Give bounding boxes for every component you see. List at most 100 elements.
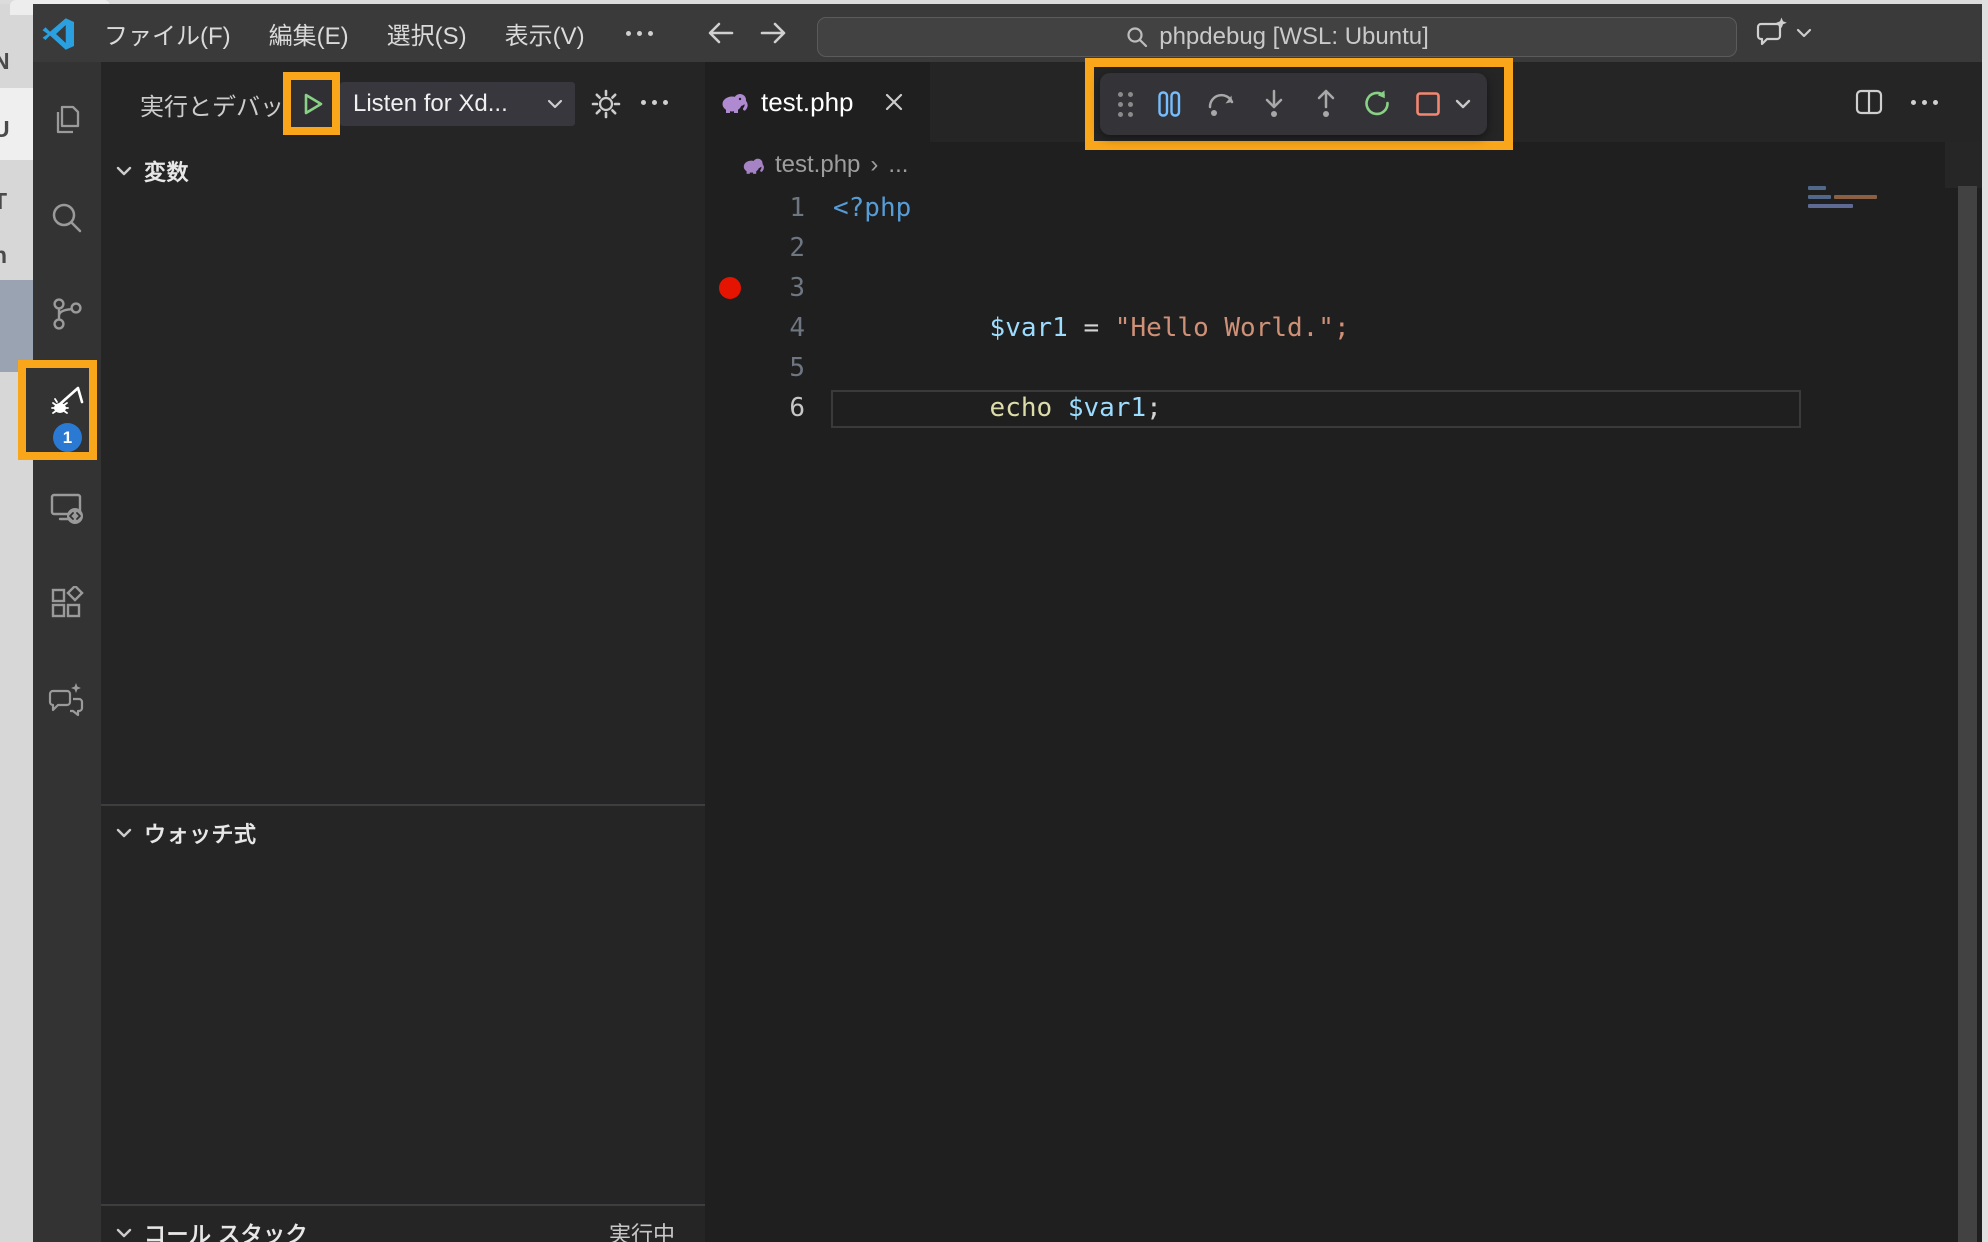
menu-overflow-icon[interactable]	[604, 4, 675, 62]
section-variables[interactable]: 変数	[101, 150, 705, 192]
step-out-icon	[1311, 89, 1341, 119]
forward-arrow-icon[interactable]	[757, 17, 789, 49]
menu-selection[interactable]: 選択(S)	[368, 4, 486, 62]
menu-edit[interactable]: 編集(E)	[250, 4, 368, 62]
sidebar-item-chat[interactable]	[33, 666, 101, 734]
vscode-logo-icon	[41, 16, 77, 52]
line-number[interactable]: 1	[705, 188, 805, 228]
search-command-center[interactable]: phpdebug [WSL: Ubuntu]	[817, 17, 1737, 57]
section-label: コール スタック	[144, 1217, 308, 1242]
php-elephant-icon	[741, 153, 765, 177]
minimap-line	[1834, 195, 1877, 199]
step-out-button[interactable]	[1304, 73, 1348, 135]
chat-sparkle-icon	[48, 681, 86, 719]
step-over-button[interactable]	[1200, 73, 1244, 135]
stop-icon	[1414, 90, 1442, 118]
run-and-debug-sidebar: 実行とデバッグ Listen for Xd...	[101, 62, 705, 1242]
vscode-window: N U T h ) ファイル(F) 編集(E) 選択(S) 表示(V)	[0, 0, 1988, 1242]
minimap-line	[1808, 195, 1831, 199]
chevron-down-icon	[114, 1223, 134, 1242]
code-line-4[interactable]: 4	[705, 308, 1982, 348]
pause-button[interactable]	[1147, 73, 1191, 135]
section-label: 変数	[144, 155, 189, 187]
sidebar-item-explorer[interactable]	[33, 86, 101, 154]
minimap[interactable]	[1800, 186, 1900, 286]
run-and-debug-icon	[48, 380, 88, 420]
line-number[interactable]: 6	[705, 388, 805, 428]
launch-config-dropdown[interactable]: Listen for Xd...	[340, 82, 575, 126]
restart-button[interactable]	[1355, 73, 1399, 135]
editor-area: test.php test.php › ..	[705, 62, 1982, 1242]
tab-test-php[interactable]: test.php	[705, 62, 930, 142]
debug-toolbar	[1100, 73, 1487, 135]
current-line-highlight	[831, 390, 1801, 428]
background-text-fragment: N	[0, 48, 10, 75]
line-number[interactable]: 3	[705, 268, 805, 308]
pause-icon	[1155, 90, 1183, 118]
tab-label: test.php	[761, 87, 854, 118]
sidebar-item-remote-explorer[interactable]	[33, 474, 101, 542]
sidebar-item-search[interactable]	[33, 184, 101, 252]
more-actions-icon[interactable]	[641, 100, 668, 105]
step-over-icon	[1207, 89, 1237, 119]
copilot-chat-icon[interactable]	[1755, 16, 1789, 50]
background-text-fragment: U	[0, 116, 10, 143]
code-line-2[interactable]: 2	[705, 228, 1982, 268]
line-number[interactable]: 4	[705, 308, 805, 348]
chevron-down-icon	[114, 161, 134, 181]
explorer-icon	[50, 103, 84, 137]
title-bar: ファイル(F) 編集(E) 選択(S) 表示(V) phpdebug [WSL:…	[33, 4, 1982, 62]
chevron-down-icon	[114, 823, 134, 843]
activity-bar: 1	[33, 62, 101, 1242]
minimap-gutter	[1945, 142, 1982, 188]
code-line-6[interactable]: 6	[705, 388, 1982, 428]
chevron-down-icon	[1454, 95, 1472, 113]
line-number[interactable]: 2	[705, 228, 805, 268]
more-actions-icon[interactable]	[1911, 100, 1938, 105]
section-divider[interactable]	[101, 804, 705, 806]
section-divider[interactable]	[101, 1204, 705, 1206]
editor-scrollbar[interactable]	[1958, 186, 1977, 1242]
search-icon	[49, 200, 85, 236]
search-text: phpdebug [WSL: Ubuntu]	[1159, 23, 1429, 51]
menu-view[interactable]: 表示(V)	[486, 4, 604, 62]
background-window-right-sliver	[1982, 0, 1988, 1242]
menu-file[interactable]: ファイル(F)	[85, 4, 250, 62]
code-line-3[interactable]: 3 $var1 = "Hello World.";	[705, 268, 1982, 308]
breadcrumb-file[interactable]: test.php	[775, 151, 860, 179]
extensions-icon	[49, 586, 85, 622]
breadcrumb-symbol[interactable]: ...	[888, 151, 908, 179]
section-watch[interactable]: ウォッチ式	[101, 812, 705, 854]
line-number[interactable]: 5	[705, 348, 805, 388]
source-control-icon	[49, 296, 85, 332]
step-into-button[interactable]	[1252, 73, 1296, 135]
sidebar-item-extensions[interactable]	[33, 570, 101, 638]
code-token: <?php	[833, 193, 911, 223]
start-debugging-play-icon[interactable]	[299, 91, 325, 117]
debug-session-badge: 1	[53, 423, 82, 452]
step-into-icon	[1259, 89, 1289, 119]
chevron-down-icon	[545, 94, 565, 114]
close-icon[interactable]	[882, 90, 906, 114]
search-icon	[1125, 25, 1149, 49]
split-editor-icon[interactable]	[1853, 86, 1885, 118]
back-arrow-icon[interactable]	[705, 17, 737, 49]
breadcrumb-separator: ›	[870, 151, 878, 179]
background-text-fragment: h	[0, 242, 7, 269]
sidebar-item-source-control[interactable]	[33, 280, 101, 348]
remote-explorer-icon	[48, 489, 86, 527]
chevron-down-icon[interactable]	[1795, 24, 1813, 42]
launch-config-label: Listen for Xd...	[340, 90, 545, 118]
start-debugging-highlight-box	[283, 72, 340, 135]
background-text-fragment: T	[0, 188, 7, 215]
code-line-1[interactable]: 1 <?php	[705, 188, 1982, 228]
php-elephant-icon	[719, 87, 749, 117]
section-call-stack[interactable]: コール スタック 実行中	[101, 1212, 705, 1242]
code-line-5[interactable]: 5 echo $var1;	[705, 348, 1982, 388]
debug-item-highlight-box: 1	[18, 360, 97, 460]
gear-icon[interactable]	[591, 89, 621, 119]
breadcrumb[interactable]: test.php › ...	[741, 142, 908, 188]
code-view[interactable]: 1 <?php 2 3 $var1 = "Hello World."; 4 5 …	[705, 188, 1982, 428]
toolbar-drag-handle[interactable]	[1103, 73, 1147, 135]
stop-options-button[interactable]	[1443, 73, 1483, 135]
